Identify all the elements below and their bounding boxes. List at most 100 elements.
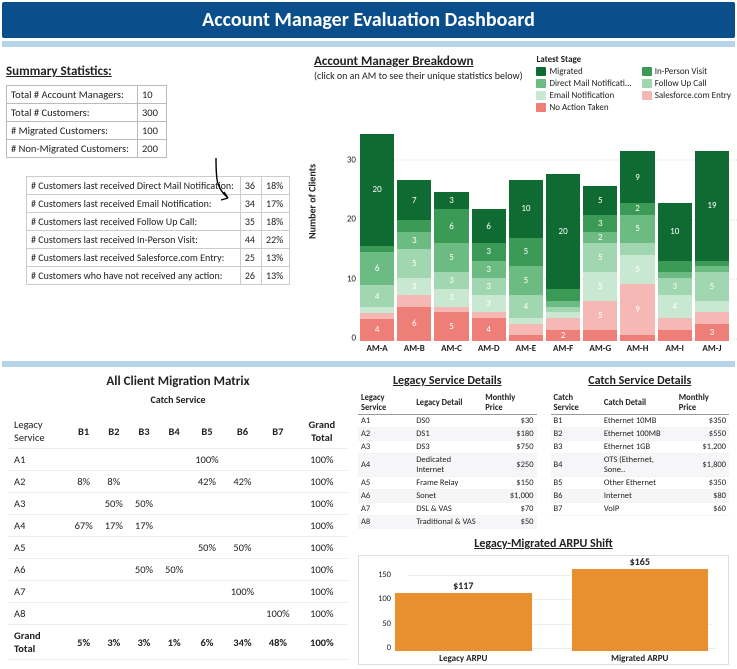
catch-details-title: Catch Service Details bbox=[551, 374, 730, 388]
bar-segment[interactable] bbox=[695, 301, 729, 313]
bar-segment[interactable]: 4 bbox=[509, 295, 543, 318]
bar-column[interactable]: 73536AM-B bbox=[397, 134, 431, 354]
breakdown-row: # Customers last received Follow Up Call… bbox=[27, 213, 290, 231]
bar-segment[interactable]: 5 bbox=[434, 243, 468, 272]
bar-column[interactable]: 532555AM-G bbox=[583, 134, 617, 354]
detail-row: B3Ethernet 1GB$1,200 bbox=[551, 441, 730, 454]
matrix-row: A550%50%100% bbox=[8, 537, 348, 559]
bar-segment[interactable] bbox=[509, 324, 543, 336]
breakdown-row: # Customers last received Salesforce.com… bbox=[27, 249, 290, 267]
bar-segment[interactable]: 6 bbox=[360, 252, 394, 286]
bar-segment[interactable]: 4 bbox=[472, 318, 506, 341]
bar-segment[interactable]: 3 bbox=[434, 289, 468, 306]
bar-segment[interactable]: 5 bbox=[620, 215, 654, 244]
bar-segment[interactable]: 3 bbox=[397, 232, 431, 249]
bar-segment[interactable]: 2 bbox=[546, 330, 580, 342]
bar-segment[interactable]: 10 bbox=[658, 203, 692, 261]
legend-title: Latest Stage bbox=[536, 54, 731, 65]
legacy-details-table: Legacy ServiceLegacy DetailMonthly Price… bbox=[358, 392, 537, 529]
bar-segment[interactable] bbox=[397, 295, 431, 307]
arpu-chart-title: Legacy-Migrated ARPU Shift bbox=[358, 537, 729, 551]
breakdown-row: # Customers last received In-Person Visi… bbox=[27, 231, 290, 249]
legend-item: Direct Mail Notificati... bbox=[536, 78, 631, 89]
bar-segment[interactable]: 5 bbox=[583, 243, 617, 272]
bar-segment[interactable]: 20 bbox=[546, 174, 580, 289]
bar-segment[interactable]: 10 bbox=[509, 180, 543, 238]
bar-segment[interactable]: 3 bbox=[472, 243, 506, 260]
bar-segment[interactable] bbox=[397, 220, 431, 232]
bar-segment[interactable]: 6 bbox=[472, 209, 506, 243]
bar-segment[interactable]: 5 bbox=[509, 266, 543, 295]
bar-segment[interactable] bbox=[620, 335, 654, 341]
detail-row: A5Frame Relay$150 bbox=[358, 477, 537, 490]
bar-segment[interactable] bbox=[546, 289, 580, 301]
bar-segment[interactable] bbox=[658, 330, 692, 342]
bar-segment[interactable]: 20 bbox=[360, 134, 394, 246]
bar-segment[interactable]: 19 bbox=[695, 151, 729, 260]
bar-segment[interactable]: 5 bbox=[695, 272, 729, 301]
bar-segment[interactable]: 2 bbox=[620, 203, 654, 215]
bar-column[interactable]: 92559AM-H bbox=[620, 134, 654, 354]
bar-column[interactable]: 10554AM-E bbox=[509, 134, 543, 354]
bar-segment[interactable]: 5 bbox=[583, 272, 617, 301]
bar-segment[interactable]: 5 bbox=[583, 186, 617, 215]
bar-segment[interactable]: 5 bbox=[583, 301, 617, 330]
y-axis: 0102030 bbox=[324, 124, 356, 338]
matrix-row: A350%50%100% bbox=[8, 493, 348, 515]
bar-segment[interactable] bbox=[546, 318, 580, 330]
bar-segment[interactable]: 4 bbox=[658, 295, 692, 318]
detail-row: B2Ethernet 100MB$550 bbox=[551, 428, 730, 441]
bar-category-label: AM-A bbox=[360, 343, 394, 354]
bar-segment[interactable]: 7 bbox=[397, 180, 431, 220]
bar-segment[interactable]: 3 bbox=[658, 278, 692, 295]
bar-column[interactable]: 20644AM-A bbox=[360, 134, 394, 354]
legend-item: Salesforce.com Entry bbox=[642, 90, 731, 101]
bar-column[interactable]: 1953AM-J bbox=[695, 134, 729, 354]
summary-row: Total # Account Managers:10 bbox=[7, 86, 167, 104]
bar-segment[interactable]: 5 bbox=[620, 255, 654, 284]
bar-column[interactable]: 1034AM-I bbox=[658, 134, 692, 354]
bar-segment[interactable] bbox=[509, 335, 543, 341]
bar-segment[interactable] bbox=[658, 261, 692, 273]
matrix-row: A8100%100% bbox=[8, 603, 348, 625]
bar-segment[interactable] bbox=[658, 318, 692, 330]
legend-item: Follow Up Call bbox=[642, 78, 731, 89]
bar-segment[interactable]: 3 bbox=[583, 215, 617, 232]
matrix-grand-total: Grand Total5%3%3%1%6%34%48%100% bbox=[8, 625, 348, 660]
bar-segment[interactable]: 3 bbox=[472, 278, 506, 295]
bar-segment[interactable]: 9 bbox=[620, 284, 654, 336]
breakdown-row: # Customers last received Direct Mail No… bbox=[27, 177, 290, 195]
bar-segment[interactable]: 3 bbox=[434, 272, 468, 289]
matrix-title: All Client Migration Matrix bbox=[8, 374, 348, 389]
legend-item: In-Person Visit bbox=[642, 66, 731, 77]
bar-category-label: AM-H bbox=[620, 343, 654, 354]
bar-segment[interactable]: 5 bbox=[397, 249, 431, 278]
summary-heading: Summary Statistics: bbox=[6, 64, 304, 79]
bar-segment[interactable]: 6 bbox=[434, 209, 468, 243]
bar-column[interactable]: 633334AM-D bbox=[472, 134, 506, 354]
bar-segment[interactable]: 4 bbox=[360, 285, 394, 307]
bar-segment[interactable]: 2 bbox=[583, 232, 617, 244]
bar-segment[interactable]: 3 bbox=[397, 278, 431, 295]
arpu-bar-column: $165Migrated ARPU bbox=[572, 562, 709, 664]
bar-segment[interactable]: 3 bbox=[472, 261, 506, 278]
bar-column[interactable]: 20 2AM-F bbox=[546, 134, 580, 354]
detail-row: B6Internet$80 bbox=[551, 490, 730, 503]
bar-segment[interactable]: 3 bbox=[434, 192, 468, 209]
bar-segment[interactable]: 6 bbox=[397, 307, 431, 341]
bar-segment[interactable]: 5 bbox=[509, 238, 543, 267]
bar-column[interactable]: 365335AM-C bbox=[434, 134, 468, 354]
matrix-row: A7100%100% bbox=[8, 581, 348, 603]
detail-row: B1Ethernet 10MB$350 bbox=[551, 415, 730, 428]
bar-segment[interactable]: 5 bbox=[434, 312, 468, 341]
bar-segment[interactable] bbox=[695, 312, 729, 324]
bar-segment[interactable]: 9 bbox=[620, 151, 654, 203]
bar-segment[interactable]: 4 bbox=[360, 319, 394, 341]
bar-category-label: AM-F bbox=[546, 343, 580, 354]
migration-matrix-table: Legacy ServiceB1B2B3B4B5B6B7Grand TotalA… bbox=[8, 414, 348, 660]
bar-segment[interactable] bbox=[620, 243, 654, 255]
bar-segment[interactable]: 3 bbox=[695, 324, 729, 341]
bar-segment[interactable] bbox=[583, 330, 617, 342]
bar-segment[interactable]: 3 bbox=[472, 295, 506, 312]
stacked-bar-chart[interactable]: Number of Clients 0102030 20644AM-A73536… bbox=[314, 124, 733, 354]
